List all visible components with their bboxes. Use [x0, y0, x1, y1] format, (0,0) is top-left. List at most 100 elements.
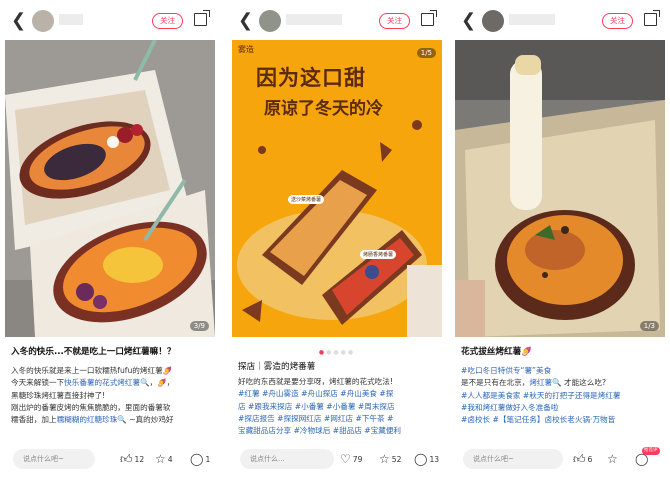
- hashtag-link[interactable]: 店 #跟我来探店 #小番薯 #小番薯 #周末探店: [238, 402, 395, 411]
- like-count: 79: [352, 455, 363, 464]
- share-icon[interactable]: [421, 10, 437, 26]
- post-text-line: 店 #跟我来探店 #小番薯 #小番薯 #周末探店: [238, 401, 438, 413]
- post-text-segment: 好吃的东西就是要分享呀，烤红薯的花式吃法!: [238, 377, 393, 387]
- post-panel-2: ❮ 关注 雾造 因为这口甜 原谅了冬天的冷 送沙菜烤番薯 烤肠香烤番薯 1/5 …: [232, 0, 442, 479]
- back-icon[interactable]: ❮: [461, 12, 476, 30]
- photo-counter: 1/3: [639, 321, 659, 331]
- post-text: 入冬的快乐就是来上一口软糯热fufu的烤红薯🍠 今天来解锁一下快乐番薯的花式烤红薯…: [11, 365, 211, 426]
- follow-button[interactable]: 关注: [379, 13, 410, 29]
- star-icon: ☆: [607, 452, 618, 466]
- hashtag-link[interactable]: #我和烤红薯做好入冬准备啦: [461, 403, 559, 412]
- star-icon: ☆: [155, 452, 166, 466]
- avatar[interactable]: [482, 10, 504, 32]
- post-photo[interactable]: 雾造 因为这口甜 原谅了冬天的冷 送沙菜烤番薯 烤肠香烤番薯 1/5: [232, 40, 442, 337]
- username-blurred[interactable]: [286, 14, 342, 25]
- like-count: 6: [587, 455, 593, 464]
- post-text-line: 今天来解锁一下快乐番薯的花式烤红薯🔍，🍠，: [11, 377, 211, 389]
- follow-button[interactable]: 关注: [152, 13, 183, 29]
- photo-counter: 1/5: [416, 48, 436, 58]
- post-header: ❮ 关注: [455, 8, 665, 36]
- hashtag-link[interactable]: #人人都是美食家 #秋天的打把子还得是烤红薯: [461, 391, 620, 400]
- comment-bubble-icon: ◯: [414, 452, 428, 466]
- post-title: 花式拔丝烤红薯🍠: [461, 347, 532, 357]
- comment-button[interactable]: ◯ 抢首评: [635, 447, 660, 466]
- hashtag-link[interactable]: 宝藏甜品店分享 #冷物球后 #甜品店 #宝藏便利: [238, 426, 401, 435]
- photo-counter: 3/9: [189, 321, 209, 331]
- poster-subheadline: 原谅了冬天的冷: [264, 99, 383, 119]
- comment-input[interactable]: 说点什么...: [240, 449, 334, 469]
- comment-count: 13: [429, 455, 440, 464]
- star-button[interactable]: ☆ 52: [379, 453, 401, 466]
- post-text-segment: 🔍，🍠，: [140, 378, 175, 388]
- comment-input[interactable]: 说点什么吧~: [463, 449, 563, 469]
- post-footer: 说点什么... ♡ 79 ☆ 52 ◯ 13: [232, 446, 442, 472]
- post-header: ❮ 关注: [5, 8, 215, 36]
- post-text-segment: 🔍 ~真的炒鸡好: [117, 415, 174, 425]
- post-text-line: #卤校长 #【笔记任务】卤校长老火锅·万物皆: [461, 414, 661, 426]
- post-text-segment: 刚出炉的番薯皮烤的焦焦脆脆的，里面的番薯软: [11, 402, 171, 412]
- like-button[interactable]: ♡ 79: [340, 453, 362, 466]
- post-footer: 说点什么吧~ 👍︎ 6 ☆ ◯ 抢首评: [455, 446, 665, 472]
- back-icon[interactable]: ❮: [11, 12, 26, 30]
- hashtag-link[interactable]: 糯糊糊的红糖珍珠: [57, 415, 118, 424]
- sweet-potato-box-image: [5, 40, 215, 337]
- share-icon[interactable]: [194, 10, 210, 26]
- hashtag-link[interactable]: #探店报告 #探探网红店 #网红店 #下午茶 #: [238, 414, 393, 423]
- post-body: 入冬的快乐...不就是吃上一口烤红薯嘛！？ 入冬的快乐就是来上一口软糯热fufu…: [11, 346, 211, 426]
- comment-bubble-icon: ◯: [190, 452, 204, 466]
- post-text-line: 黑糖珍珠烤红薯直接封神了!: [11, 390, 211, 402]
- post-text: 好吃的东西就是要分享呀，烤红薯的花式吃法! #红薯 #舟山雾造 #舟山探店 #舟山…: [238, 376, 438, 437]
- hashtag-link[interactable]: 快乐番薯的花式烤红薯: [64, 378, 140, 387]
- comment-input[interactable]: 说点什么吧~: [13, 449, 95, 469]
- post-title: 探店｜雾造的烤番薯: [238, 362, 316, 372]
- post-text-line: 宝藏甜品店分享 #冷物球后 #甜品店 #宝藏便利: [238, 425, 438, 437]
- post-text-line: 糯香甜，加上糯糊糊的红糖珍珠🔍 ~真的炒鸡好: [11, 414, 211, 426]
- post-text-line: #我和烤红薯做好入冬准备啦: [461, 402, 661, 414]
- poster-brand: 雾造: [238, 45, 254, 54]
- comment-button[interactable]: ◯ 13: [414, 453, 439, 466]
- like-button[interactable]: 👍︎ 12: [120, 453, 144, 466]
- comment-button[interactable]: ◯ 1: [190, 453, 210, 466]
- heart-icon: ♡: [340, 452, 351, 466]
- carousel-dots: ●●●●●: [318, 349, 356, 356]
- poster-headline: 因为这口甜: [256, 66, 366, 90]
- post-title: 入冬的快乐...不就是吃上一口烤红薯嘛！？: [11, 347, 176, 357]
- like-button[interactable]: 👍︎ 6: [573, 453, 592, 466]
- post-photo[interactable]: 3/9: [5, 40, 215, 337]
- star-button[interactable]: ☆: [607, 453, 620, 466]
- post-text-segment: 糯香甜，加上: [11, 415, 57, 425]
- post-panel-3: ❮ 关注 1/3 花式拔丝烤红薯🍠 #吃口冬日特供专“薯”美食 是不是只有在北京，…: [455, 0, 665, 479]
- back-icon[interactable]: ❮: [238, 12, 253, 30]
- post-text-segment: 是不是只有在北京，: [461, 378, 530, 388]
- share-icon[interactable]: [644, 10, 660, 26]
- avatar[interactable]: [259, 10, 281, 32]
- like-count: 12: [134, 455, 145, 464]
- follow-button[interactable]: 关注: [602, 13, 633, 29]
- thumbs-up-icon: 👍︎: [573, 452, 586, 466]
- star-count: 52: [391, 455, 402, 464]
- post-text-segment: 今天来解锁一下: [11, 378, 65, 388]
- star-button[interactable]: ☆ 4: [155, 453, 173, 466]
- hashtag-link[interactable]: #吃口冬日特供专“薯”美食: [461, 366, 551, 375]
- post-text-line: 是不是只有在北京，烤红薯🔍 才能这么吃?: [461, 377, 661, 389]
- post-text-segment: 入冬的快乐就是来上一口软糯热fufu的烤红薯🍠: [11, 366, 173, 376]
- hashtag-link[interactable]: 烤红薯: [529, 378, 552, 387]
- hashtag-link[interactable]: #卤校长 #【笔记任务】卤校长老火锅·万物皆: [461, 415, 615, 424]
- post-text-line: 入冬的快乐就是来上一口软糯热fufu的烤红薯🍠: [11, 365, 211, 377]
- post-photo[interactable]: 1/3: [455, 40, 665, 337]
- post-text: #吃口冬日特供专“薯”美食 是不是只有在北京，烤红薯🔍 才能这么吃? #人人都是美食…: [461, 365, 661, 426]
- post-panel-1: ❮ 关注 3/9 入冬的快乐...不就是吃上一口烤红薯嘛！？ 入冬的快乐就是来上…: [5, 0, 215, 479]
- post-text-segment: 🔍 才能这么吃?: [552, 378, 606, 388]
- post-text-line: #吃口冬日特供专“薯”美食: [461, 365, 661, 377]
- post-footer: 说点什么吧~ 👍︎ 12 ☆ 4 ◯ 1: [5, 446, 215, 472]
- post-text-line: 好吃的东西就是要分享呀，烤红薯的花式吃法!: [238, 376, 438, 388]
- post-header: ❮ 关注: [232, 8, 442, 36]
- first-comment-badge: 抢首评: [642, 447, 660, 455]
- username-blurred[interactable]: [509, 14, 555, 25]
- cheese-sweet-potato-image: [455, 40, 665, 337]
- avatar[interactable]: [32, 10, 54, 32]
- hashtag-link[interactable]: #红薯 #舟山雾造 #舟山探店 #舟山美食 #探: [238, 389, 393, 398]
- post-text-line: #探店报告 #探探网红店 #网红店 #下午茶 #: [238, 413, 438, 425]
- post-body: 探店｜雾造的烤番薯 好吃的东西就是要分享呀，烤红薯的花式吃法! #红薯 #舟山雾造…: [238, 361, 438, 437]
- username-blurred[interactable]: [59, 14, 83, 25]
